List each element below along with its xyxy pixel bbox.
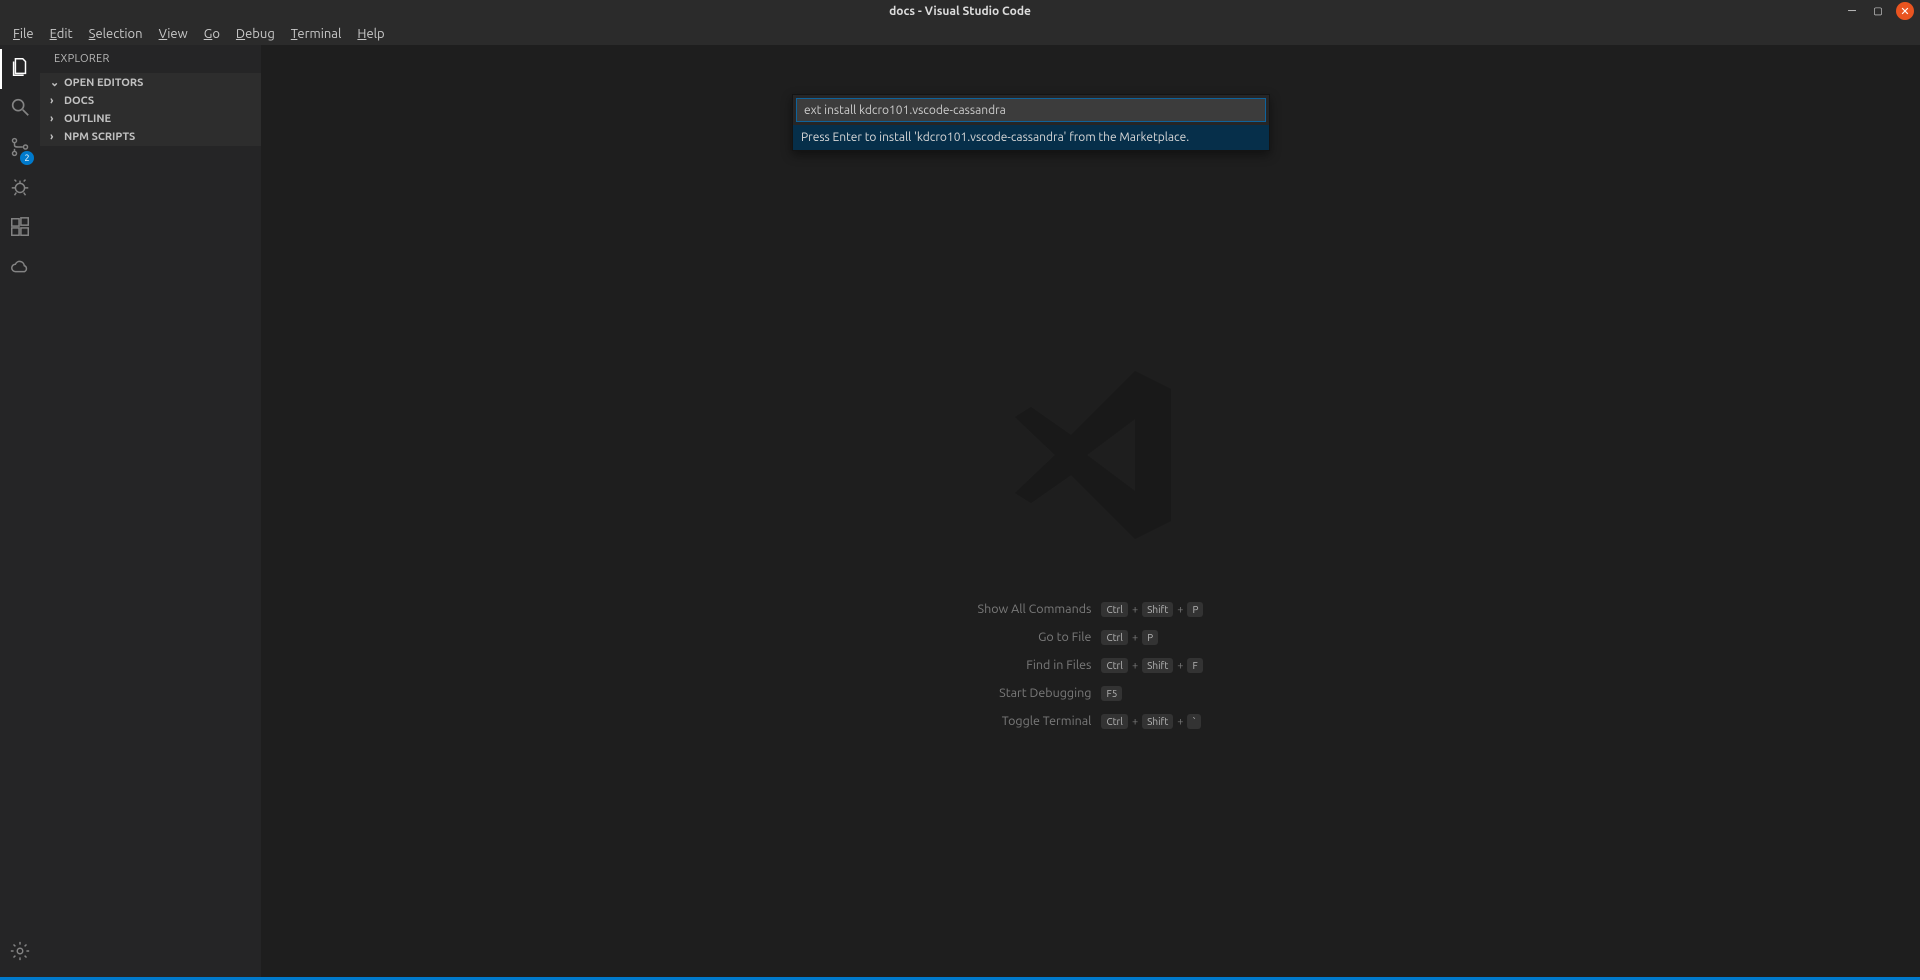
quick-input-suggestion[interactable]: Press Enter to install 'kdcro101.vscode-… xyxy=(793,125,1269,150)
tree-folder[interactable]: › DOCS xyxy=(40,92,261,110)
welcome-label: Show All Commands xyxy=(978,595,1102,623)
welcome-row-gofile: Go to File Ctrl+P xyxy=(978,623,1204,651)
activity-search[interactable] xyxy=(0,89,40,129)
tree-npm-label: NPM SCRIPTS xyxy=(64,131,135,143)
explorer-title: EXPLORER xyxy=(40,45,261,73)
welcome-shortcuts: Show All Commands Ctrl+Shift+P Go to Fil… xyxy=(978,595,1204,735)
chevron-right-icon: › xyxy=(50,95,60,107)
chevron-right-icon: › xyxy=(50,113,60,125)
close-window-button[interactable] xyxy=(1896,2,1914,20)
welcome-label: Start Debugging xyxy=(978,679,1102,707)
menu-file[interactable]: File xyxy=(6,25,41,43)
welcome-keys: Ctrl+P xyxy=(1101,623,1203,651)
quick-input-field[interactable] xyxy=(796,98,1266,122)
sidebar: EXPLORER ⌄ OPEN EDITORS › DOCS › OUTLINE… xyxy=(40,45,261,977)
gear-icon xyxy=(9,940,31,966)
menu-selection[interactable]: Selection xyxy=(82,25,150,43)
activity-scm[interactable]: 2 xyxy=(0,129,40,169)
cloud-icon xyxy=(9,256,31,282)
quick-input-widget: Press Enter to install 'kdcro101.vscode-… xyxy=(792,94,1270,151)
files-icon xyxy=(9,56,31,82)
menu-view[interactable]: View xyxy=(152,25,195,43)
activity-cloud[interactable] xyxy=(0,249,40,289)
editor-area: Press Enter to install 'kdcro101.vscode-… xyxy=(261,45,1920,977)
chevron-right-icon: › xyxy=(50,131,60,143)
search-icon xyxy=(9,96,31,122)
welcome-label: Toggle Terminal xyxy=(978,707,1102,735)
maximize-window-button[interactable] xyxy=(1870,3,1886,19)
title-bar: docs - Visual Studio Code xyxy=(0,0,1920,22)
welcome-row-find: Find in Files Ctrl+Shift+F xyxy=(978,651,1204,679)
bug-icon xyxy=(9,176,31,202)
activity-explorer[interactable] xyxy=(0,49,40,89)
activity-settings[interactable] xyxy=(0,933,40,973)
minimize-window-button[interactable] xyxy=(1844,3,1860,19)
window-controls xyxy=(1844,2,1914,20)
window-title: docs - Visual Studio Code xyxy=(889,5,1031,18)
menu-edit[interactable]: Edit xyxy=(43,25,80,43)
workbench: 2 xyxy=(0,45,1920,977)
tree-open-editors[interactable]: ⌄ OPEN EDITORS xyxy=(40,73,261,92)
menu-debug[interactable]: Debug xyxy=(229,25,282,43)
activity-bar: 2 xyxy=(0,45,40,977)
tree-outline-label: OUTLINE xyxy=(64,113,111,125)
welcome-keys: F5 xyxy=(1101,679,1203,707)
menu-go[interactable]: Go xyxy=(197,25,227,43)
menu-help[interactable]: Help xyxy=(350,25,391,43)
scm-badge: 2 xyxy=(20,151,34,165)
chevron-down-icon: ⌄ xyxy=(50,76,60,89)
activity-extensions[interactable] xyxy=(0,209,40,249)
tree-folder-label: DOCS xyxy=(64,95,94,107)
activity-debug[interactable] xyxy=(0,169,40,209)
tree-outline[interactable]: › OUTLINE xyxy=(40,110,261,128)
welcome-row-terminal: Toggle Terminal Ctrl+Shift+` xyxy=(978,707,1204,735)
menu-bar: File Edit Selection View Go Debug Termin… xyxy=(0,22,1920,45)
welcome-row-commands: Show All Commands Ctrl+Shift+P xyxy=(978,595,1204,623)
welcome-row-debug: Start Debugging F5 xyxy=(978,679,1204,707)
menu-terminal[interactable]: Terminal xyxy=(284,25,349,43)
welcome-label: Find in Files xyxy=(978,651,1102,679)
vscode-watermark-icon xyxy=(991,355,1191,555)
welcome-keys: Ctrl+Shift+P xyxy=(1101,595,1203,623)
welcome-label: Go to File xyxy=(978,623,1102,651)
tree-open-editors-label: OPEN EDITORS xyxy=(64,77,143,89)
welcome-keys: Ctrl+Shift+` xyxy=(1101,707,1203,735)
extensions-icon xyxy=(9,216,31,242)
tree-npm-scripts[interactable]: › NPM SCRIPTS xyxy=(40,128,261,146)
welcome-keys: Ctrl+Shift+F xyxy=(1101,651,1203,679)
